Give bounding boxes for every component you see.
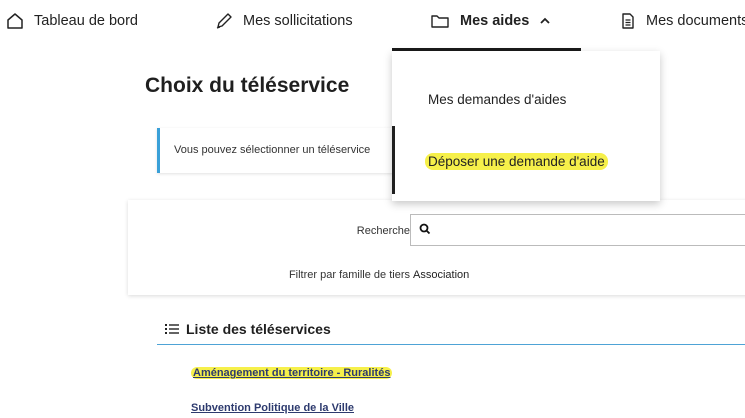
nav-documents-label: Mes documents <box>646 13 745 29</box>
search-label: Recherche <box>356 225 410 237</box>
family-filter-select[interactable]: Association <box>413 269 469 281</box>
nav-dashboard[interactable]: Tableau de bord <box>6 8 138 34</box>
folder-icon <box>431 15 449 28</box>
list-divider <box>157 344 745 345</box>
list-title: Liste des téléservices <box>186 321 331 337</box>
chevron-up-icon <box>540 17 550 24</box>
nav-solicitations-label: Mes sollicitations <box>243 13 353 29</box>
document-icon <box>622 13 634 29</box>
menu-item-label: Déposer une demande d'aide <box>425 153 608 170</box>
search-input[interactable] <box>410 214 745 246</box>
menu-item-deposer-demande[interactable]: Déposer une demande d'aide <box>425 153 608 170</box>
menu-active-indicator <box>392 126 395 194</box>
search-icon <box>419 223 431 235</box>
teleservice-link-label: Aménagement du territoire - Ruralités <box>191 367 393 379</box>
info-text: Vous pouvez sélectionner un téléservice <box>174 144 371 156</box>
list-header: Liste des téléservices <box>165 321 331 337</box>
menu-item-mes-demandes[interactable]: Mes demandes d'aides <box>428 92 566 107</box>
home-icon <box>7 13 23 29</box>
teleservice-link[interactable]: Subvention Politique de la Ville <box>191 402 354 414</box>
aides-dropdown-menu: Mes demandes d'aides Déposer une demande… <box>392 51 660 201</box>
menu-item-label: Mes demandes d'aides <box>428 92 567 107</box>
nav-aides[interactable]: Mes aides <box>430 8 551 34</box>
page-title: Choix du téléservice <box>145 74 350 97</box>
nav-aides-label: Mes aides <box>460 13 530 29</box>
top-navigation: Tableau de bord Mes sollicitations Mes a… <box>0 0 745 51</box>
pen-icon <box>216 13 232 29</box>
nav-solicitations[interactable]: Mes sollicitations <box>215 8 353 34</box>
list-icon <box>165 324 179 334</box>
info-box: Vous pouvez sélectionner un téléservice <box>157 128 420 173</box>
filters-panel: Recherche Filtrer par famille de tiers A… <box>128 200 745 295</box>
family-filter-label: Filtrer par famille de tiers <box>288 269 410 281</box>
teleservice-link-label: Subvention Politique de la Ville <box>191 402 354 414</box>
nav-dashboard-label: Tableau de bord <box>34 13 138 29</box>
nav-documents[interactable]: Mes documents <box>620 8 745 34</box>
teleservice-link[interactable]: Aménagement du territoire - Ruralités <box>191 367 393 379</box>
